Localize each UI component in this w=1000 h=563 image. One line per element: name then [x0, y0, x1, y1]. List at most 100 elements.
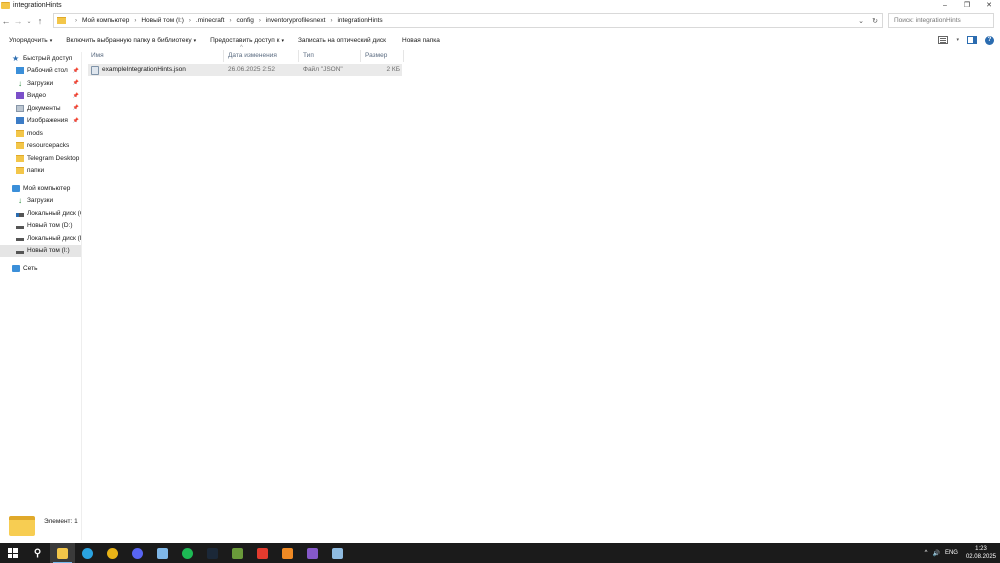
sidebar-item[interactable]: Новый том (D:): [0, 220, 81, 233]
window-title: integrationHints: [13, 2, 62, 9]
address-row: ← → ⌄ ↑ › Мой компьютер › Новый том (I:)…: [0, 13, 1000, 29]
file-size: 2 КБ: [386, 66, 400, 73]
search-icon-glyph: ⚲: [32, 547, 43, 559]
chrome-icon-glyph: [107, 547, 118, 559]
help-icon[interactable]: ?: [985, 35, 994, 45]
up-button[interactable]: ↑: [34, 15, 46, 27]
chevron-down-icon[interactable]: ▾: [956, 37, 959, 43]
back-button[interactable]: ←: [0, 15, 12, 27]
clock[interactable]: 1:23 02.08.2025: [966, 545, 996, 561]
visual-studio-icon[interactable]: [300, 543, 325, 563]
sidebar-item[interactable]: Локальный диск (C: [0, 207, 81, 220]
new-folder-button[interactable]: Новая папка: [402, 37, 440, 44]
notes-icon[interactable]: [325, 543, 350, 563]
anydesk-icon[interactable]: [250, 543, 275, 563]
breadcrumb-drive-i[interactable]: Новый том (I:): [141, 17, 184, 24]
sidebar-item-network[interactable]: Сеть: [0, 262, 81, 275]
language-indicator[interactable]: ENG: [945, 550, 958, 556]
folder-icon: [9, 515, 35, 536]
share-with-button[interactable]: Предоставить доступ к ▾: [210, 37, 284, 44]
details-view-icon[interactable]: [938, 36, 949, 44]
column-header-date[interactable]: Дата изменения: [225, 50, 299, 62]
sidebar-item-label: Сеть: [23, 264, 38, 272]
preview-pane-icon[interactable]: [967, 36, 977, 44]
burn-button[interactable]: Записать на оптический диск: [298, 37, 386, 44]
organize-label: Упорядочить: [9, 36, 48, 44]
search-tool-icon[interactable]: [275, 543, 300, 563]
telegram-icon-glyph: [82, 547, 93, 559]
tray-overflow-icon[interactable]: ^: [925, 550, 928, 556]
search-input[interactable]: Поиск: integrationHints: [888, 13, 994, 28]
pin-icon[interactable]: 📌: [73, 80, 79, 86]
include-in-library-button[interactable]: Включить выбранную папку в библиотеку ▾: [66, 37, 196, 44]
pin-icon[interactable]: 📌: [73, 118, 79, 124]
column-header-type[interactable]: Тип: [300, 50, 361, 62]
sidebar-item-label: mods: [27, 129, 43, 137]
maximize-button[interactable]: ❐: [956, 0, 978, 11]
sidebar-item-label: Telegram Desktop: [27, 154, 80, 162]
chevron-right-icon: ›: [229, 17, 232, 24]
spotify-icon[interactable]: [175, 543, 200, 563]
steam-icon[interactable]: [200, 543, 225, 563]
notepad-icon[interactable]: [150, 543, 175, 563]
drive-c-icon: [16, 212, 24, 217]
sidebar-item[interactable]: ↓ Загрузки 📌: [0, 77, 81, 90]
sidebar-item[interactable]: mods: [0, 127, 81, 140]
pin-icon[interactable]: 📌: [73, 93, 79, 99]
recent-locations-button[interactable]: ⌄: [24, 18, 34, 25]
discord-icon-glyph: [132, 547, 143, 559]
download-icon: ↓: [18, 196, 22, 206]
sidebar-item[interactable]: Новый том (I:): [0, 244, 81, 257]
json-file-icon: [91, 66, 99, 75]
drive-icon: [16, 238, 24, 242]
file-explorer-icon-glyph: [57, 547, 68, 559]
sidebar-item-label: папки: [27, 167, 45, 175]
spotify-icon-glyph: [182, 547, 193, 559]
sidebar-item[interactable]: Видео 📌: [0, 90, 81, 103]
minimize-button[interactable]: –: [934, 0, 956, 11]
breadcrumb-integrationhints[interactable]: integrationHints: [337, 17, 382, 24]
steam-icon-glyph: [207, 547, 218, 559]
forward-button[interactable]: →: [12, 15, 24, 27]
sidebar-item[interactable]: Telegram Desktop: [0, 152, 81, 165]
search-icon[interactable]: ⚲: [25, 543, 50, 563]
start-button[interactable]: [0, 543, 25, 563]
sidebar-item-quick-access[interactable]: ★ Быстрый доступ: [0, 52, 81, 65]
pin-icon[interactable]: 📌: [73, 68, 79, 74]
sidebar-item[interactable]: resourcepacks: [0, 140, 81, 153]
pin-icon[interactable]: 📌: [73, 105, 79, 111]
breadcrumb-minecraft[interactable]: .minecraft: [196, 17, 225, 24]
breadcrumb-my-computer[interactable]: Мой компьютер: [82, 17, 129, 24]
breadcrumb-inventoryprofilesnext[interactable]: inventoryprofilesnext: [266, 17, 326, 24]
command-bar: Упорядочить ▾ Включить выбранную папку в …: [0, 33, 1000, 47]
sidebar-item[interactable]: Изображения 📌: [0, 115, 81, 128]
share-with-label: Предоставить доступ к: [210, 36, 280, 44]
sidebar-item[interactable]: ↓ Загрузки: [0, 195, 81, 208]
breadcrumb-config[interactable]: config: [236, 17, 253, 24]
discord-icon[interactable]: [125, 543, 150, 563]
close-button[interactable]: ✕: [978, 0, 1000, 11]
organize-button[interactable]: Упорядочить ▾: [9, 37, 52, 44]
sidebar-item[interactable]: Рабочий стол 📌: [0, 65, 81, 78]
sidebar-item-this-pc[interactable]: Мой компьютер: [0, 182, 81, 195]
volume-icon[interactable]: 🔊: [932, 550, 939, 557]
taskbar: ⚲ ^ 🔊 ENG 1:23 02.08.2025: [0, 543, 1000, 563]
star-icon: ★: [12, 53, 20, 63]
address-dropdown-icon[interactable]: ⌄: [854, 17, 868, 25]
minecraft-icon[interactable]: [225, 543, 250, 563]
file-explorer-icon[interactable]: [50, 543, 75, 563]
sidebar-item-label: Локальный диск (E: [27, 234, 81, 242]
refresh-icon[interactable]: ↻: [868, 17, 882, 25]
search-tool-icon-glyph: [282, 547, 293, 559]
address-bar[interactable]: › Мой компьютер › Новый том (I:) › .mine…: [53, 13, 883, 28]
chrome-icon[interactable]: [100, 543, 125, 563]
sidebar-item[interactable]: Документы 📌: [0, 102, 81, 115]
column-header-size[interactable]: Размер: [362, 50, 404, 62]
anydesk-icon-glyph: [257, 547, 268, 559]
column-header-name[interactable]: Имя: [88, 50, 224, 62]
file-row[interactable]: exampleIntegrationHints.json 26.06.2025 …: [88, 64, 402, 76]
sidebar-item[interactable]: Локальный диск (E: [0, 232, 81, 245]
sidebar-item[interactable]: папки: [0, 165, 81, 178]
video-icon: [16, 92, 24, 100]
telegram-icon[interactable]: [75, 543, 100, 563]
